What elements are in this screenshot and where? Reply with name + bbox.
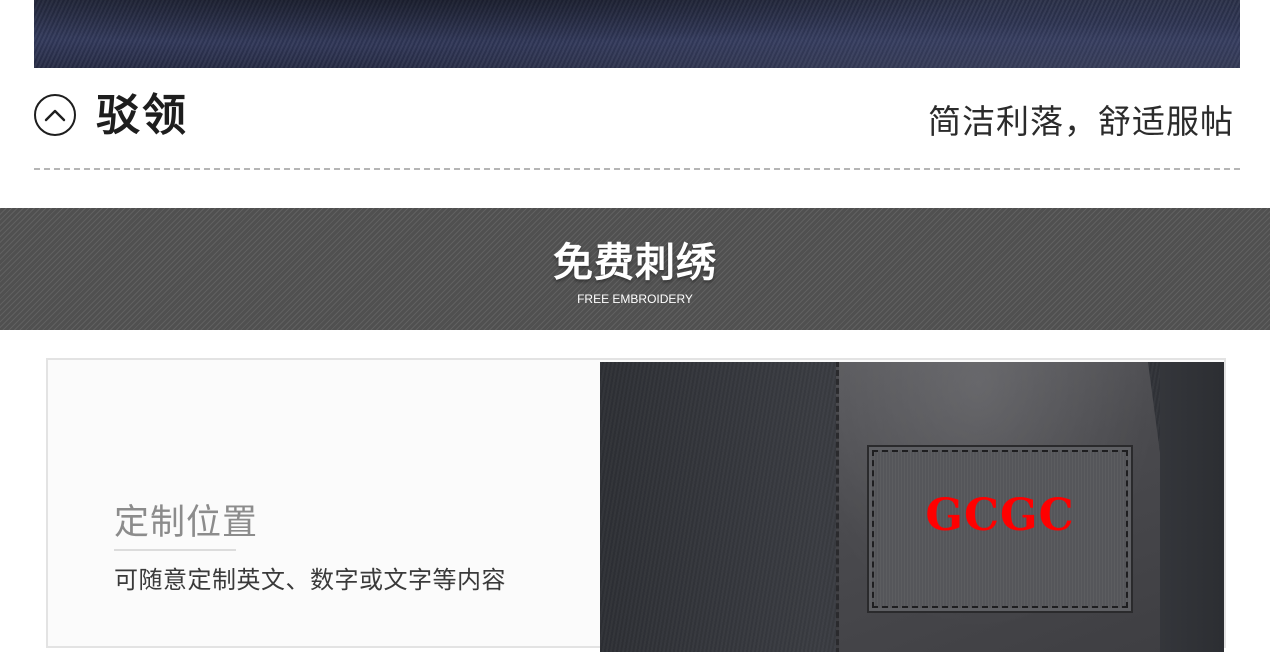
collar-title: 驳领 [96, 90, 188, 141]
collar-description: 简洁利落，舒适服帖 [928, 102, 1234, 141]
embroidery-label-patch: GCGC [872, 450, 1128, 608]
suit-fabric-photo [34, 0, 1240, 68]
chevron-up-icon [34, 94, 76, 136]
customization-text-panel: 定制位置 可随意定制英文、数字或文字等内容 [48, 360, 602, 646]
embroidery-banner: 免费刺绣 FREE EMBROIDERY [0, 208, 1270, 330]
jacket-lapel [1160, 362, 1224, 652]
banner-title: 免费刺绣 [553, 240, 717, 286]
chevron-up-glyph [44, 109, 66, 122]
customization-card: 定制位置 可随意定制英文、数字或文字等内容 GCGC [46, 358, 1226, 652]
title-underline [114, 549, 236, 551]
banner-subtitle: FREE EMBROIDERY [577, 292, 693, 306]
position-description: 可随意定制英文、数字或文字等内容 [114, 566, 506, 594]
embroidery-photo: GCGC [600, 362, 1224, 652]
position-title: 定制位置 [114, 503, 259, 543]
embroidery-sample-text: GCGC [925, 490, 1075, 541]
dashed-divider [34, 168, 1240, 170]
